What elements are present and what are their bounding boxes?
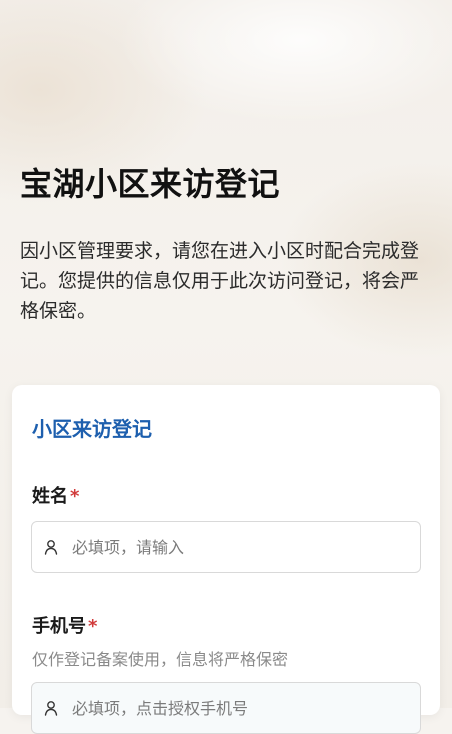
person-icon: [44, 539, 58, 555]
phone-hint-text: 仅作登记备案使用，信息将严格保密: [32, 650, 289, 669]
page-description: 因小区管理要求，请您在进入小区时配合完成登记。您提供的信息仅用于此次访问登记，将…: [20, 240, 420, 322]
phone-input[interactable]: [70, 697, 394, 719]
name-label-text: 姓名: [32, 486, 68, 507]
person-icon: [44, 700, 58, 716]
phone-field-label: 手机号 *: [32, 614, 97, 640]
phone-field[interactable]: [31, 682, 421, 734]
name-field-label: 姓名 *: [32, 484, 79, 510]
required-mark: *: [88, 616, 98, 637]
form-title: 小区来访登记: [32, 417, 152, 441]
name-field[interactable]: [31, 521, 421, 573]
phone-label-text: 手机号: [32, 616, 86, 637]
hero-section: 宝湖小区来访登记 因小区管理要求，请您在进入小区时配合完成登记。您提供的信息仅用…: [20, 0, 432, 380]
page-title: 宝湖小区来访登记: [20, 165, 281, 203]
required-mark: *: [70, 486, 80, 507]
name-input[interactable]: [70, 536, 394, 558]
registration-form-card: 小区来访登记 姓名* 手机号* 仅作登记备案使用，信息将严格保密: [12, 385, 440, 734]
